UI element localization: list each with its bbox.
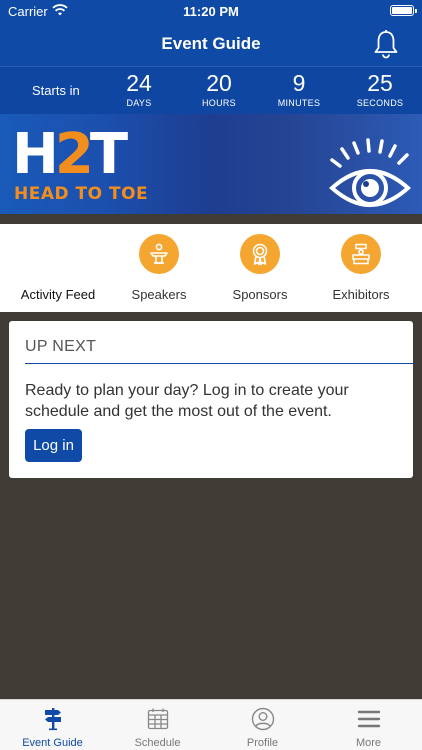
countdown-days: 24 DAYS	[104, 69, 174, 109]
countdown: Starts in 24 DAYS 20 HOURS 9 MINUTES 25 …	[0, 66, 422, 114]
countdown-unit-label: SECONDS	[356, 98, 404, 108]
heading-divider	[25, 363, 413, 364]
countdown-value: 20	[206, 70, 232, 96]
tabbar-event-guide[interactable]: Event Guide	[0, 700, 105, 750]
tab-label: Sponsors	[232, 287, 288, 302]
speaker-podium-icon	[139, 234, 179, 274]
event-banner: H2T HEAD TO TOE	[0, 114, 422, 214]
up-next-card: UP NEXT Ready to plan your day? Log in t…	[9, 321, 413, 478]
battery-icon	[390, 5, 417, 16]
bell-icon[interactable]	[372, 29, 400, 59]
nav-bar: Event Guide	[0, 22, 422, 66]
countdown-hours: 20 HOURS	[184, 69, 254, 109]
tab-speakers[interactable]: Speakers	[109, 224, 209, 312]
signpost-icon	[45, 708, 61, 731]
menu-icon	[357, 710, 381, 728]
countdown-minutes: 9 MINUTES	[264, 69, 334, 109]
countdown-unit-label: DAYS	[126, 98, 152, 108]
tab-activity-feed[interactable]: Activity Feed	[8, 224, 108, 312]
eye-icon	[328, 138, 412, 207]
countdown-value: 24	[126, 70, 152, 96]
login-prompt: Ready to plan your day? Log in to create…	[25, 382, 349, 420]
countdown-label: Starts in	[32, 83, 80, 98]
countdown-unit-label: HOURS	[201, 98, 236, 108]
clock: 11:20 PM	[183, 4, 239, 19]
tab-exhibitors[interactable]: Exhibitors	[311, 224, 411, 312]
tabbar-label: Schedule	[134, 737, 181, 749]
tabbar-label: Event Guide	[22, 737, 83, 749]
tabbar-profile[interactable]: Profile	[210, 700, 315, 750]
separator	[0, 214, 422, 224]
event-tagline: HEAD TO TOE	[14, 184, 149, 204]
calendar-icon	[147, 708, 169, 730]
event-logo: H2T	[12, 122, 128, 187]
tabbar-schedule[interactable]: Schedule	[105, 700, 210, 750]
tabbar-label: Profile	[246, 737, 279, 749]
tab-label: Speakers	[131, 287, 187, 302]
bottom-tab-bar: Event Guide Schedule Profile More	[0, 699, 422, 750]
page-title: Event Guide	[161, 34, 261, 53]
award-ribbon-icon	[240, 234, 280, 274]
countdown-seconds: 25 SECONDS	[345, 69, 415, 109]
status-bar: Carrier 11:20 PM	[0, 0, 422, 22]
tab-label: Exhibitors	[332, 287, 390, 302]
countdown-value: 25	[367, 70, 393, 96]
card-heading: UP NEXT	[25, 338, 97, 355]
countdown-unit-label: MINUTES	[277, 98, 321, 108]
tab-sponsors[interactable]: Sponsors	[210, 224, 310, 312]
exhibitor-booth-icon	[341, 234, 381, 274]
countdown-value: 9	[292, 70, 306, 96]
profile-icon	[251, 707, 275, 731]
tabbar-more[interactable]: More	[316, 700, 421, 750]
tab-label: Activity Feed	[20, 287, 96, 302]
tabbar-label: More	[355, 737, 382, 749]
feature-tabs: Activity Feed Speakers Sponsors Exhibito…	[0, 224, 422, 312]
login-button[interactable]: Log in	[25, 429, 82, 462]
